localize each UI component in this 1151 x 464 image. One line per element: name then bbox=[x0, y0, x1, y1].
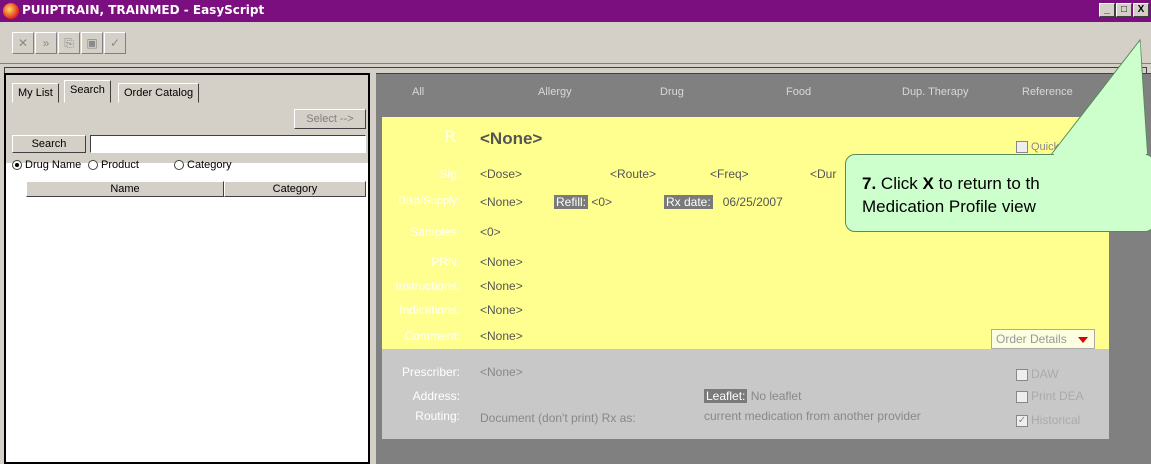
callout-pointer-join bbox=[1052, 42, 1146, 157]
callout-text1: Click bbox=[880, 174, 918, 193]
callout-step: 7. bbox=[862, 174, 877, 193]
callout-line2: Medication Profile view bbox=[862, 197, 1036, 216]
callout-text2: to return to th bbox=[938, 174, 1040, 193]
callout-text: 7. Click X to return to th Medication Pr… bbox=[862, 172, 1040, 218]
callout-key: X bbox=[922, 174, 934, 193]
